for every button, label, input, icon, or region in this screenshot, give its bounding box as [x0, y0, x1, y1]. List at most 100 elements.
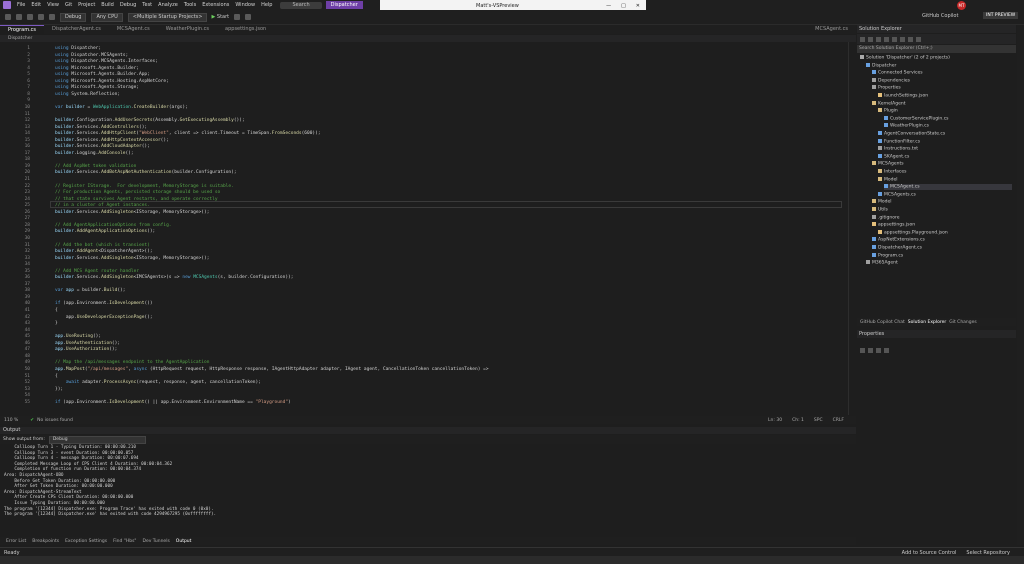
code-editor[interactable]: 1 using Dispatcher; 2 using Dispatcher.MCSA…: [0, 42, 848, 415]
issues-status[interactable]: No issues found: [37, 418, 73, 423]
code-line[interactable]: await adapter.ProcessAsync(request, resp…: [55, 380, 261, 385]
tab-weatherplugin-cs[interactable]: WeatherPlugin.cs: [158, 25, 217, 34]
refresh-icon[interactable]: [892, 36, 897, 42]
solution-tree-item[interactable]: Connected Services: [872, 70, 923, 76]
code-line[interactable]: // Add AspNet token validation: [55, 164, 136, 169]
menu-item-edit[interactable]: Edit: [31, 2, 41, 8]
tab-appsettings-json[interactable]: appsettings.json: [217, 25, 274, 34]
line-ending[interactable]: CRLF: [833, 418, 844, 423]
bottom-tab-error-list[interactable]: Error List: [6, 539, 26, 544]
copilot-button[interactable]: GitHub Copilot: [922, 13, 958, 19]
code-line[interactable]: using Microsoft.Agents.Hosting.AspNetCor…: [55, 79, 169, 84]
code-line[interactable]: });: [55, 387, 63, 392]
forward-icon[interactable]: [868, 36, 873, 42]
menu-item-build[interactable]: Build: [101, 2, 114, 8]
tab-dispatcheragent-cs[interactable]: DispatcherAgent.cs: [44, 25, 109, 34]
solution-tree-item[interactable]: appsettings.Playground.json: [878, 229, 948, 236]
output-content[interactable]: CallLoop Turn 1 - Typing Duration: 00:00…: [0, 445, 856, 535]
events-icon[interactable]: [876, 347, 881, 353]
menu-item-tools[interactable]: Tools: [184, 2, 196, 8]
code-line[interactable]: builder.Services.AddControllers();: [55, 125, 147, 130]
code-line[interactable]: builder.Services.AddSingleton<IMCSAgents…: [55, 275, 293, 280]
solution-tree-item[interactable]: Properties: [872, 85, 901, 91]
config-dropdown[interactable]: Debug: [60, 12, 87, 22]
solution-tree-item[interactable]: launchSettings.json: [878, 93, 928, 99]
code-line[interactable]: app.UseDeveloperExceptionPage();: [55, 315, 153, 320]
solution-tree-item[interactable]: Plugin: [878, 108, 898, 114]
menu-item-project[interactable]: Project: [78, 2, 95, 8]
code-line[interactable]: using Microsoft.Agents.Builder;: [55, 66, 139, 71]
code-line[interactable]: // Add AgentApplicationOptions from conf…: [55, 223, 172, 228]
code-line[interactable]: using Dispatcher;: [55, 46, 101, 51]
code-line[interactable]: {: [55, 308, 58, 313]
forward-icon[interactable]: [16, 14, 22, 20]
breadcrumb[interactable]: Dispatcher: [0, 35, 856, 42]
code-line[interactable]: using Microsoft.Agents.Storage;: [55, 85, 139, 90]
solution-tree-item[interactable]: AgentConversationState.cs: [878, 131, 945, 137]
solution-tree-item[interactable]: appsettings.json: [872, 222, 915, 228]
solution-tree-item[interactable]: Instructions.txt: [878, 146, 918, 152]
solution-tree-item[interactable]: Model: [872, 199, 892, 205]
tab-program-cs[interactable]: Program.cs: [0, 24, 45, 35]
zoom-level[interactable]: 110 %: [4, 418, 18, 423]
code-line[interactable]: using Dispatcher.MCSAgents;: [55, 53, 128, 58]
solution-tree-item[interactable]: Dependencies: [872, 77, 910, 84]
search-box[interactable]: Search: [280, 1, 322, 9]
solution-tree-item[interactable]: AspNetExtensions.cs: [872, 237, 925, 243]
code-line[interactable]: var builder = WebApplication.CreateBuild…: [55, 105, 188, 110]
code-line[interactable]: builder.AddAgentApplicationOptions();: [55, 229, 155, 234]
filter-icon[interactable]: [908, 36, 913, 42]
platform-dropdown[interactable]: Any CPU: [91, 12, 123, 22]
code-line[interactable]: builder.Configuration.AddUserSecrets(Ass…: [55, 118, 245, 123]
menu-item-file[interactable]: File: [17, 2, 25, 8]
code-line[interactable]: if (app.Environment.IsDevelopment() || a…: [55, 400, 291, 405]
code-line[interactable]: if (app.Environment.IsDevelopment()): [55, 301, 153, 306]
solution-tree-item[interactable]: Solution 'Dispatcher' (2 of 2 projects): [860, 55, 950, 61]
whitespace-mode[interactable]: SPC: [814, 418, 823, 423]
editor-scrollbar[interactable]: [848, 42, 857, 415]
avatar[interactable]: MT: [957, 1, 966, 10]
code-line[interactable]: // Add MCS Agent router handler: [55, 269, 139, 274]
code-line[interactable]: app.MapPost("/api/messages", async (Http…: [55, 367, 489, 372]
code-line[interactable]: builder.Services.AddCloudAdapter();: [55, 144, 150, 149]
code-line[interactable]: app.UseAuthorization();: [55, 347, 117, 352]
solution-tree-item[interactable]: MCSAgent.cs: [884, 184, 1012, 191]
solution-tree-item[interactable]: Interfaces: [878, 169, 907, 175]
solution-tree-item[interactable]: WeatherPlugin.cs: [884, 123, 929, 129]
solution-tree-item[interactable]: .gitignore: [872, 214, 900, 221]
property-pages-icon[interactable]: [884, 347, 889, 353]
solution-tree-item[interactable]: SKAgent.cs: [878, 153, 909, 160]
code-line[interactable]: // For production Agents, persisted stor…: [55, 190, 220, 195]
alphabetical-icon[interactable]: [868, 347, 873, 353]
solution-tree-item[interactable]: Utils: [872, 207, 888, 213]
new-item-icon[interactable]: [27, 14, 33, 20]
menu-item-help[interactable]: Help: [261, 2, 272, 8]
menu-item-window[interactable]: Window: [235, 2, 255, 8]
tab-mcsagent-cs[interactable]: MCSAgent.cs: [109, 25, 158, 34]
solution-tree-item[interactable]: MCSAgents: [872, 161, 904, 167]
solution-tree-item[interactable]: M365Agent: [866, 260, 898, 266]
code-line[interactable]: var app = builder.Build();: [55, 288, 125, 293]
code-line[interactable]: using Microsoft.Agents.Builder.App;: [55, 72, 150, 77]
minimize-icon[interactable]: —: [606, 3, 611, 9]
startup-dropdown[interactable]: <Multiple Startup Projects>: [127, 12, 208, 22]
code-line[interactable]: builder.Services.AddSingleton<IStorage, …: [55, 210, 209, 215]
menu-item-git[interactable]: Git: [65, 2, 72, 8]
solution-name[interactable]: Dispatcher: [325, 1, 363, 9]
code-line[interactable]: using Dispatcher.MCSAgents.Interfaces;: [55, 59, 158, 64]
panel-tab-solution-explorer[interactable]: Solution Explorer: [908, 320, 947, 325]
collapse-icon[interactable]: [900, 36, 905, 42]
solution-tree-item[interactable]: CustomerServicePlugin.cs: [884, 115, 949, 122]
bottom-tab-output[interactable]: Output: [176, 539, 192, 544]
back-icon[interactable]: [860, 36, 865, 42]
panel-tab-git-changes[interactable]: Git Changes: [949, 320, 977, 325]
bottom-tab-breakpoints[interactable]: Breakpoints: [32, 539, 59, 544]
categorized-icon[interactable]: [860, 347, 865, 353]
code-line[interactable]: {: [55, 374, 58, 379]
hot-reload-icon[interactable]: [234, 14, 241, 20]
solution-tree-item[interactable]: Program.cs: [872, 252, 903, 259]
code-line[interactable]: builder.Services.AddHttpContextAccessor(…: [55, 138, 169, 143]
debug-options-icon[interactable]: [245, 14, 252, 20]
code-line[interactable]: // Map the /api/messages endpoint to the…: [55, 360, 209, 365]
code-line[interactable]: builder.Services.AddSingleton<IStorage, …: [55, 256, 209, 261]
